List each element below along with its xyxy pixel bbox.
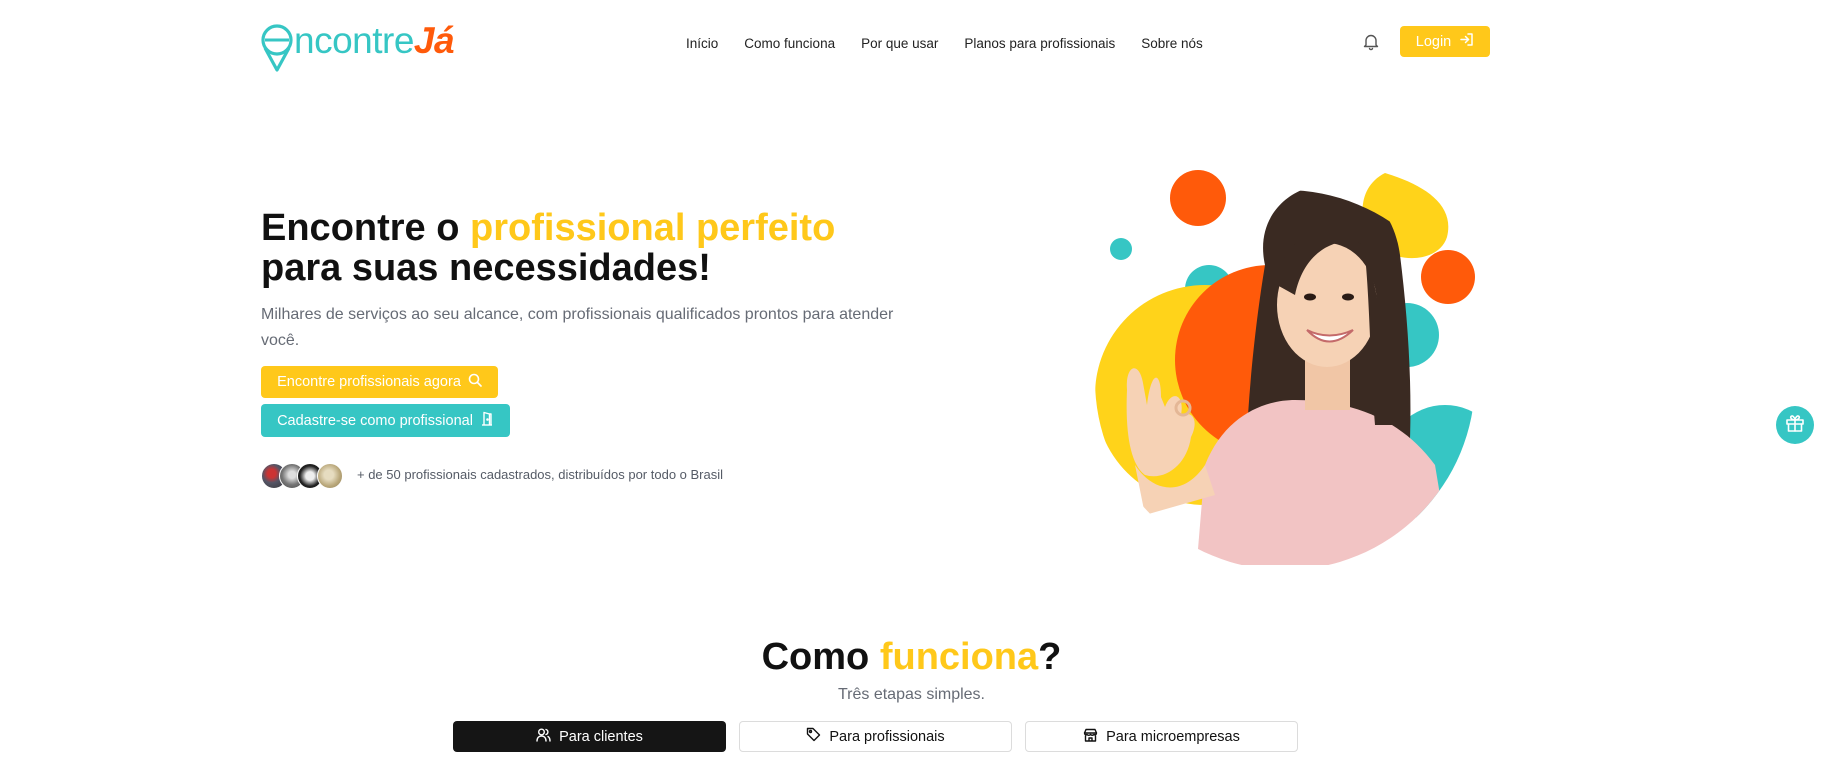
hero-title: Encontre o profissional perfeito para su… [261, 208, 835, 288]
login-button[interactable]: Login [1400, 26, 1490, 57]
brand-logo[interactable]: ncontreJá [260, 18, 455, 76]
main-nav: Início Como funciona Por que usar Planos… [686, 36, 1203, 51]
tab-para-microempresas[interactable]: Para microempresas [1025, 721, 1298, 752]
how-title-highlight: funciona [879, 636, 1039, 678]
nav-item-por-que-usar[interactable]: Por que usar [861, 36, 938, 51]
register-professional-button[interactable]: Cadastre-se como profissional [261, 404, 510, 437]
find-professionals-button[interactable]: Encontre profissionais agora [261, 366, 498, 398]
search-icon [468, 373, 482, 391]
bell-icon[interactable] [1363, 33, 1379, 51]
hero-title-highlight: profissional perfeito [470, 207, 836, 249]
tab-para-profissionais[interactable]: Para profissionais [739, 721, 1012, 752]
login-arrow-icon [1459, 32, 1474, 51]
gift-icon [1784, 412, 1806, 439]
nav-item-inicio[interactable]: Início [686, 36, 718, 51]
how-title-part2: ? [1038, 636, 1062, 678]
map-pin-icon [260, 18, 296, 74]
store-icon [1083, 728, 1098, 746]
login-label: Login [1415, 33, 1452, 50]
nav-item-como-funciona[interactable]: Como funciona [744, 36, 835, 51]
hero-title-part1: Encontre o [261, 207, 471, 249]
tab-para-clientes[interactable]: Para clientes [453, 721, 726, 752]
tab-para-profissionais-label: Para profissionais [829, 728, 945, 745]
professionals-count-text: + de 50 profissionais cadastrados, distr… [357, 467, 724, 482]
door-icon [480, 411, 494, 430]
tag-icon [806, 727, 821, 746]
how-it-works-subtitle: Três etapas simples. [837, 686, 985, 703]
tab-para-clientes-label: Para clientes [559, 728, 643, 745]
tab-para-microempresas-label: Para microempresas [1106, 728, 1240, 745]
register-professional-label: Cadastre-se como profissional [277, 412, 473, 429]
hero-illustration [1095, 165, 1485, 570]
brand-name: ncontreJá [294, 20, 455, 61]
nav-item-sobre-nos[interactable]: Sobre nós [1141, 36, 1203, 51]
how-title-part1: Como [761, 636, 880, 678]
find-professionals-label: Encontre profissionais agora [277, 374, 461, 390]
users-icon [536, 728, 551, 746]
avatar [317, 463, 343, 489]
nav-item-planos[interactable]: Planos para profissionais [964, 36, 1115, 51]
how-it-works-title: Como funciona? [0, 636, 1823, 679]
hero-subtitle: Milhares de serviços ao seu alcance, com… [261, 306, 894, 349]
professional-avatars [261, 463, 351, 489]
gift-button[interactable] [1776, 406, 1814, 444]
hero-title-part2: para suas necessidades! [261, 247, 711, 289]
